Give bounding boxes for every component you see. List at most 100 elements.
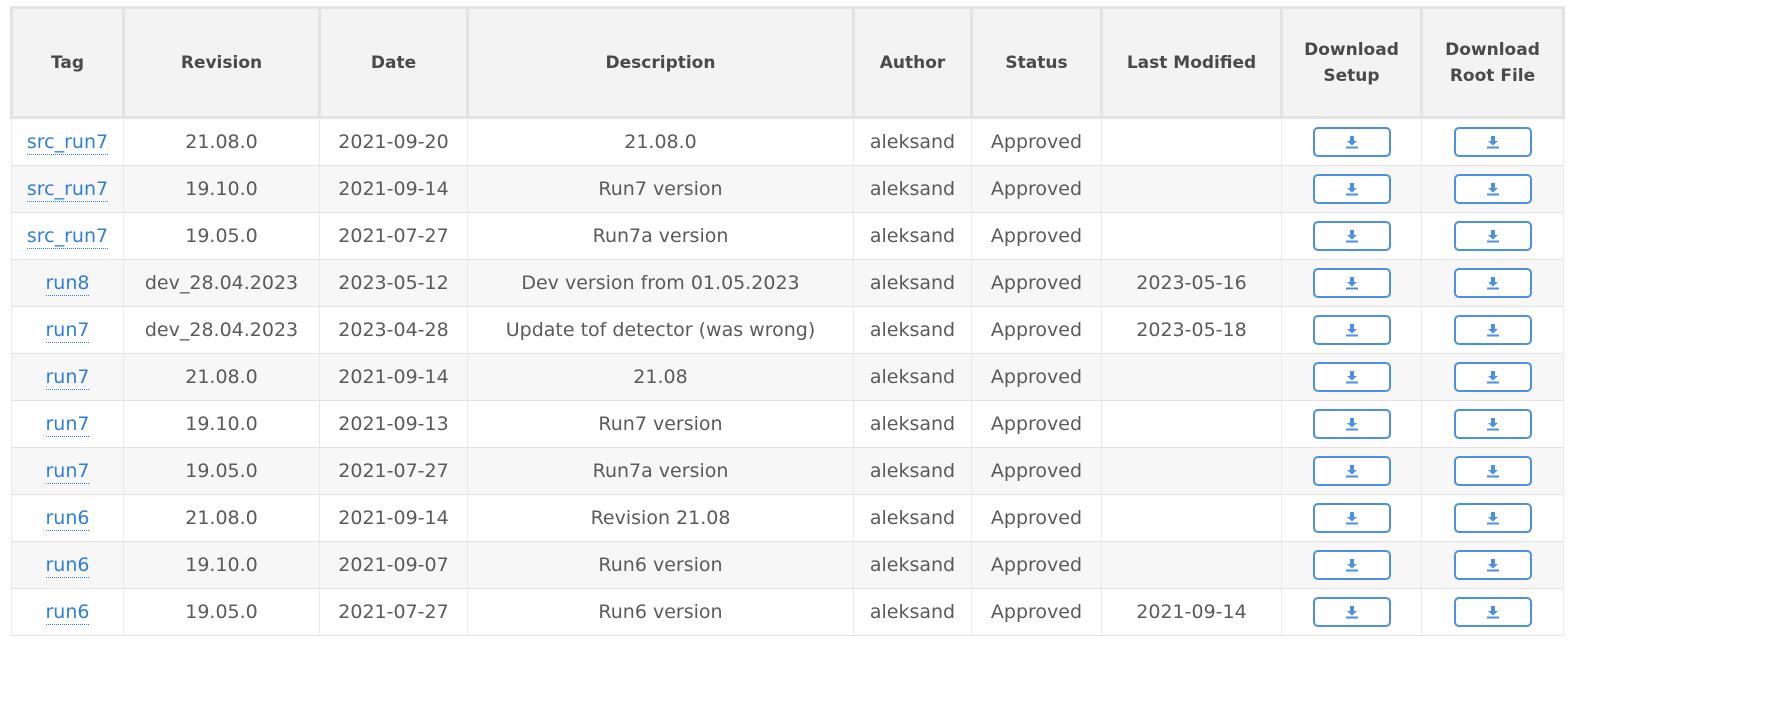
cell-tag: run7 xyxy=(11,447,124,495)
download-icon xyxy=(1344,276,1360,290)
download-setup-button[interactable] xyxy=(1312,268,1391,298)
download-setup-button[interactable] xyxy=(1312,409,1391,439)
cell-last-modified xyxy=(1101,400,1282,448)
download-icon xyxy=(1485,182,1501,196)
download-icon xyxy=(1344,605,1360,619)
cell-status: Approved xyxy=(971,212,1102,260)
cell-description: Run7a version xyxy=(467,212,854,260)
download-setup-button[interactable] xyxy=(1312,456,1391,486)
cell-author: aleksand xyxy=(853,117,972,166)
tag-link[interactable]: run7 xyxy=(45,366,90,390)
download-setup-button[interactable] xyxy=(1312,597,1391,627)
cell-tag: run7 xyxy=(11,306,124,354)
cell-last-modified xyxy=(1101,353,1282,401)
cell-author: aleksand xyxy=(853,165,972,213)
tag-link[interactable]: run6 xyxy=(45,554,90,578)
cell-download-setup xyxy=(1281,588,1422,636)
table-row: run6 21.08.0 2021-09-14 Revision 21.08 aleks… xyxy=(11,494,1564,542)
cell-download-setup xyxy=(1281,353,1422,401)
table-row: src_run7 19.05.0 2021-07-27 Run7a version al… xyxy=(11,212,1564,260)
header-tag[interactable]: Tag xyxy=(10,6,125,119)
table-row: src_run7 19.10.0 2021-09-14 Run7 version ale… xyxy=(11,165,1564,213)
download-setup-button[interactable] xyxy=(1312,221,1391,251)
cell-tag: run6 xyxy=(11,494,124,542)
header-description[interactable]: Description xyxy=(466,6,855,119)
download-icon xyxy=(1344,558,1360,572)
download-setup-button[interactable] xyxy=(1312,174,1391,204)
cell-description: Run6 version xyxy=(467,541,854,589)
cell-last-modified: 2023-05-16 xyxy=(1101,259,1282,307)
tag-link[interactable]: run7 xyxy=(45,319,90,343)
download-root-file-button[interactable] xyxy=(1453,221,1532,251)
cell-status: Approved xyxy=(971,400,1102,448)
cell-revision: 21.08.0 xyxy=(123,494,320,542)
download-setup-button[interactable] xyxy=(1312,315,1391,345)
tag-link[interactable]: run6 xyxy=(45,507,90,531)
table-row: run7 19.10.0 2021-09-13 Run7 version aleksan… xyxy=(11,400,1564,448)
cell-tag: run7 xyxy=(11,400,124,448)
cell-status: Approved xyxy=(971,541,1102,589)
cell-description: Run7 version xyxy=(467,165,854,213)
cell-download-root-file xyxy=(1421,494,1564,542)
tag-link[interactable]: src_run7 xyxy=(26,178,109,202)
cell-download-root-file xyxy=(1421,400,1564,448)
cell-author: aleksand xyxy=(853,212,972,260)
download-icon xyxy=(1485,135,1501,149)
cell-download-setup xyxy=(1281,494,1422,542)
cell-author: aleksand xyxy=(853,306,972,354)
download-root-file-button[interactable] xyxy=(1453,362,1532,392)
download-root-file-button[interactable] xyxy=(1453,409,1532,439)
tag-link[interactable]: run6 xyxy=(45,601,90,625)
table-row: run7 21.08.0 2021-09-14 21.08 aleksand Approv… xyxy=(11,353,1564,401)
download-icon xyxy=(1344,182,1360,196)
download-root-file-button[interactable] xyxy=(1453,503,1532,533)
cell-revision: 19.10.0 xyxy=(123,400,320,448)
download-root-file-button[interactable] xyxy=(1453,597,1532,627)
cell-download-root-file xyxy=(1421,212,1564,260)
cell-date: 2021-07-27 xyxy=(319,588,468,636)
cell-last-modified xyxy=(1101,447,1282,495)
download-root-file-button[interactable] xyxy=(1453,550,1532,580)
cell-status: Approved xyxy=(971,353,1102,401)
download-setup-button[interactable] xyxy=(1312,503,1391,533)
cell-author: aleksand xyxy=(853,447,972,495)
cell-description: Dev version from 01.05.2023 xyxy=(467,259,854,307)
geometry-table-container: Tag Revision Date Description Author Sta… xyxy=(10,6,1565,636)
cell-revision: 19.10.0 xyxy=(123,541,320,589)
cell-revision: 19.05.0 xyxy=(123,588,320,636)
download-setup-button[interactable] xyxy=(1312,362,1391,392)
download-icon xyxy=(1485,229,1501,243)
tag-link[interactable]: run7 xyxy=(45,460,90,484)
tag-link[interactable]: run7 xyxy=(45,413,90,437)
tag-link[interactable]: src_run7 xyxy=(26,225,109,249)
header-status[interactable]: Status xyxy=(970,6,1103,119)
download-root-file-button[interactable] xyxy=(1453,315,1532,345)
cell-status: Approved xyxy=(971,306,1102,354)
download-root-file-button[interactable] xyxy=(1453,268,1532,298)
cell-description: Run7 version xyxy=(467,400,854,448)
header-date[interactable]: Date xyxy=(318,6,469,119)
header-download-root-file: Download Root File xyxy=(1420,6,1565,119)
cell-tag: run8 xyxy=(11,259,124,307)
download-root-file-button[interactable] xyxy=(1453,456,1532,486)
cell-date: 2023-05-12 xyxy=(319,259,468,307)
cell-download-setup xyxy=(1281,259,1422,307)
header-last-modified[interactable]: Last Modified xyxy=(1100,6,1283,119)
download-setup-button[interactable] xyxy=(1312,550,1391,580)
header-author[interactable]: Author xyxy=(852,6,973,119)
cell-last-modified xyxy=(1101,541,1282,589)
download-root-file-button[interactable] xyxy=(1453,174,1532,204)
cell-date: 2021-07-27 xyxy=(319,447,468,495)
cell-status: Approved xyxy=(971,117,1102,166)
tag-link[interactable]: src_run7 xyxy=(26,131,109,155)
tag-link[interactable]: run8 xyxy=(45,272,90,296)
cell-revision: dev_28.04.2023 xyxy=(123,306,320,354)
cell-download-setup xyxy=(1281,306,1422,354)
cell-download-setup xyxy=(1281,541,1422,589)
header-download-setup: Download Setup xyxy=(1280,6,1423,119)
cell-revision: 21.08.0 xyxy=(123,353,320,401)
download-setup-button[interactable] xyxy=(1312,127,1391,157)
header-revision[interactable]: Revision xyxy=(122,6,321,119)
cell-author: aleksand xyxy=(853,588,972,636)
download-root-file-button[interactable] xyxy=(1453,127,1532,157)
